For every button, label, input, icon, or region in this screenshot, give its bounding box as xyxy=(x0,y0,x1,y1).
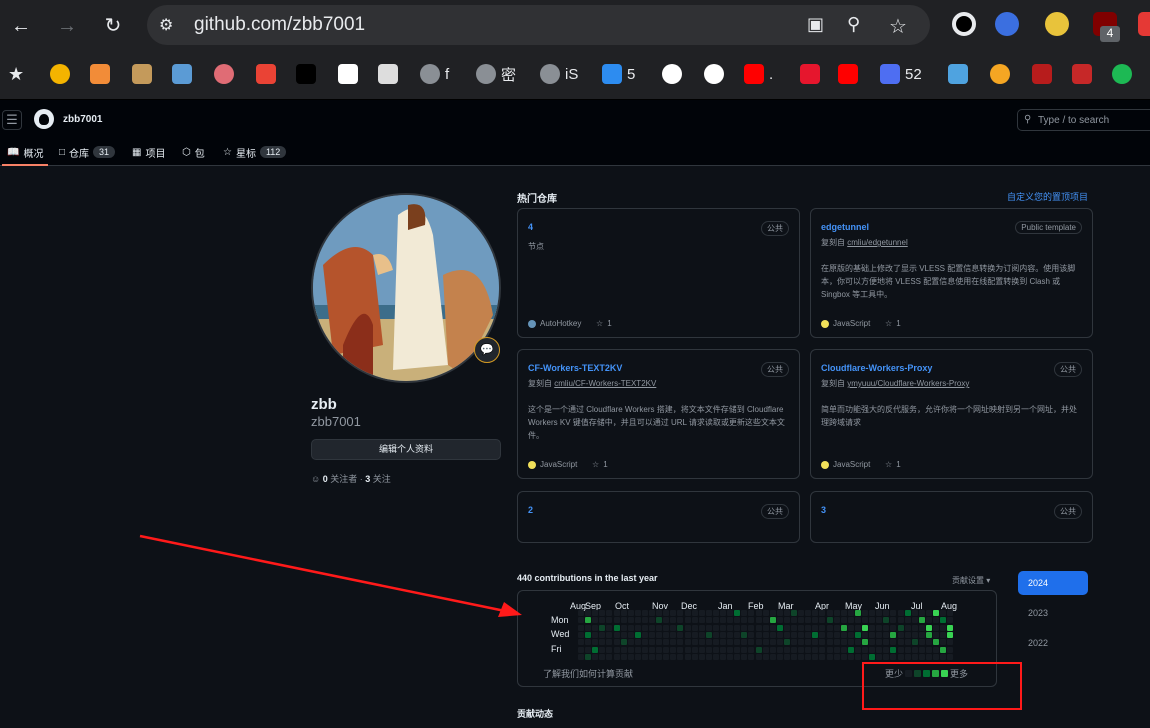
red-box-annotation xyxy=(862,662,1022,710)
red-arrow-annotation xyxy=(139,534,522,617)
